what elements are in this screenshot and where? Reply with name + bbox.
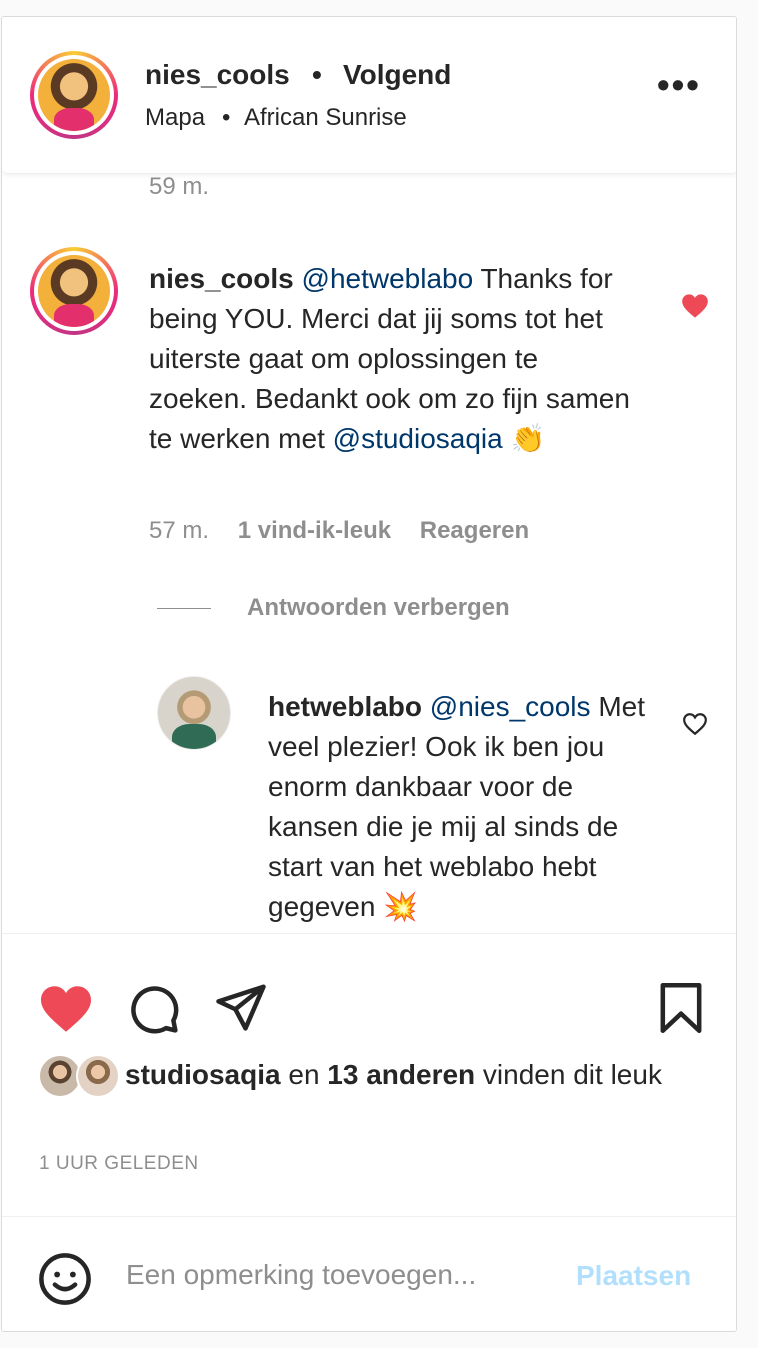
replies-divider	[157, 608, 211, 609]
comment-icon[interactable]	[127, 982, 181, 1036]
author-avatar[interactable]	[30, 51, 118, 139]
comment-likes-count[interactable]: 1 vind-ik-leuk	[238, 517, 391, 544]
more-options-icon[interactable]: •••	[657, 67, 701, 103]
liked-by-count[interactable]: 13 anderen	[327, 1059, 475, 1090]
liker-avatar-2[interactable]	[76, 1054, 120, 1098]
liked-by-user[interactable]: studiosaqia	[125, 1059, 281, 1090]
bookmark-icon[interactable]	[657, 983, 705, 1033]
reply-like-heart-icon[interactable]	[682, 712, 708, 736]
heart-filled-icon[interactable]	[37, 984, 95, 1034]
comments-list[interactable]: 59 m. nies_cools @hetweblabo Thanks for …	[2, 173, 736, 933]
likes-suffix: vinden dit leuk	[475, 1059, 662, 1090]
reply-button[interactable]: Reageren	[420, 517, 529, 544]
commenter-avatar[interactable]	[30, 247, 118, 335]
location-separator: •	[222, 104, 231, 131]
post-comment-button[interactable]: Plaatsen	[576, 1260, 691, 1292]
follow-status-button[interactable]: Volgend	[343, 59, 451, 91]
post-header: nies_cools • Volgend Mapa • African Sunr…	[2, 17, 736, 174]
post-time-ago[interactable]: 1 UUR GELEDEN	[39, 1153, 199, 1175]
hide-replies-button[interactable]: Antwoorden verbergen	[247, 594, 510, 622]
explosion-emoji: 💥	[383, 891, 419, 922]
location-link-1[interactable]: Mapa	[145, 104, 205, 132]
comment-mention[interactable]: @hetweblabo	[302, 263, 474, 294]
comment-body: nies_cools @hetweblabo Thanks for being …	[149, 259, 634, 459]
post-actions: studiosaqia en 13 anderen vinden dit leu…	[2, 933, 736, 1234]
reply-author-avatar[interactable]	[157, 676, 231, 750]
reply-username[interactable]: hetweblabo	[268, 691, 422, 722]
location-link-2[interactable]: African Sunrise	[244, 104, 407, 132]
comment-username[interactable]: nies_cools	[149, 263, 294, 294]
comment-input[interactable]	[126, 1255, 546, 1295]
header-separator: •	[312, 59, 322, 90]
clap-emoji: 👏	[510, 423, 546, 454]
reply-text: Met veel plezier! Ook ik ben jou enorm d…	[268, 691, 645, 922]
post-card: nies_cools • Volgend Mapa • African Sunr…	[1, 16, 737, 1332]
comment-meta: 57 m. 1 vind-ik-leuk Reageren	[149, 517, 551, 545]
likes-summary[interactable]: studiosaqia en 13 anderen vinden dit leu…	[125, 1056, 685, 1094]
reply-body: hetweblabo @nies_cools Met veel plezier!…	[268, 687, 648, 927]
smiley-icon[interactable]	[38, 1252, 92, 1306]
add-comment-bar: Plaatsen	[2, 1216, 736, 1331]
comment-like-heart-icon[interactable]	[681, 293, 709, 319]
reply-mention[interactable]: @nies_cools	[430, 691, 591, 722]
share-icon[interactable]	[214, 982, 268, 1032]
comment-mention-2[interactable]: @studiosaqia	[333, 423, 503, 454]
author-username[interactable]: nies_cools	[145, 59, 290, 91]
likes-connector: en	[280, 1059, 328, 1090]
comment-time: 57 m.	[149, 517, 210, 544]
previous-comment-time: 59 m.	[149, 173, 210, 200]
